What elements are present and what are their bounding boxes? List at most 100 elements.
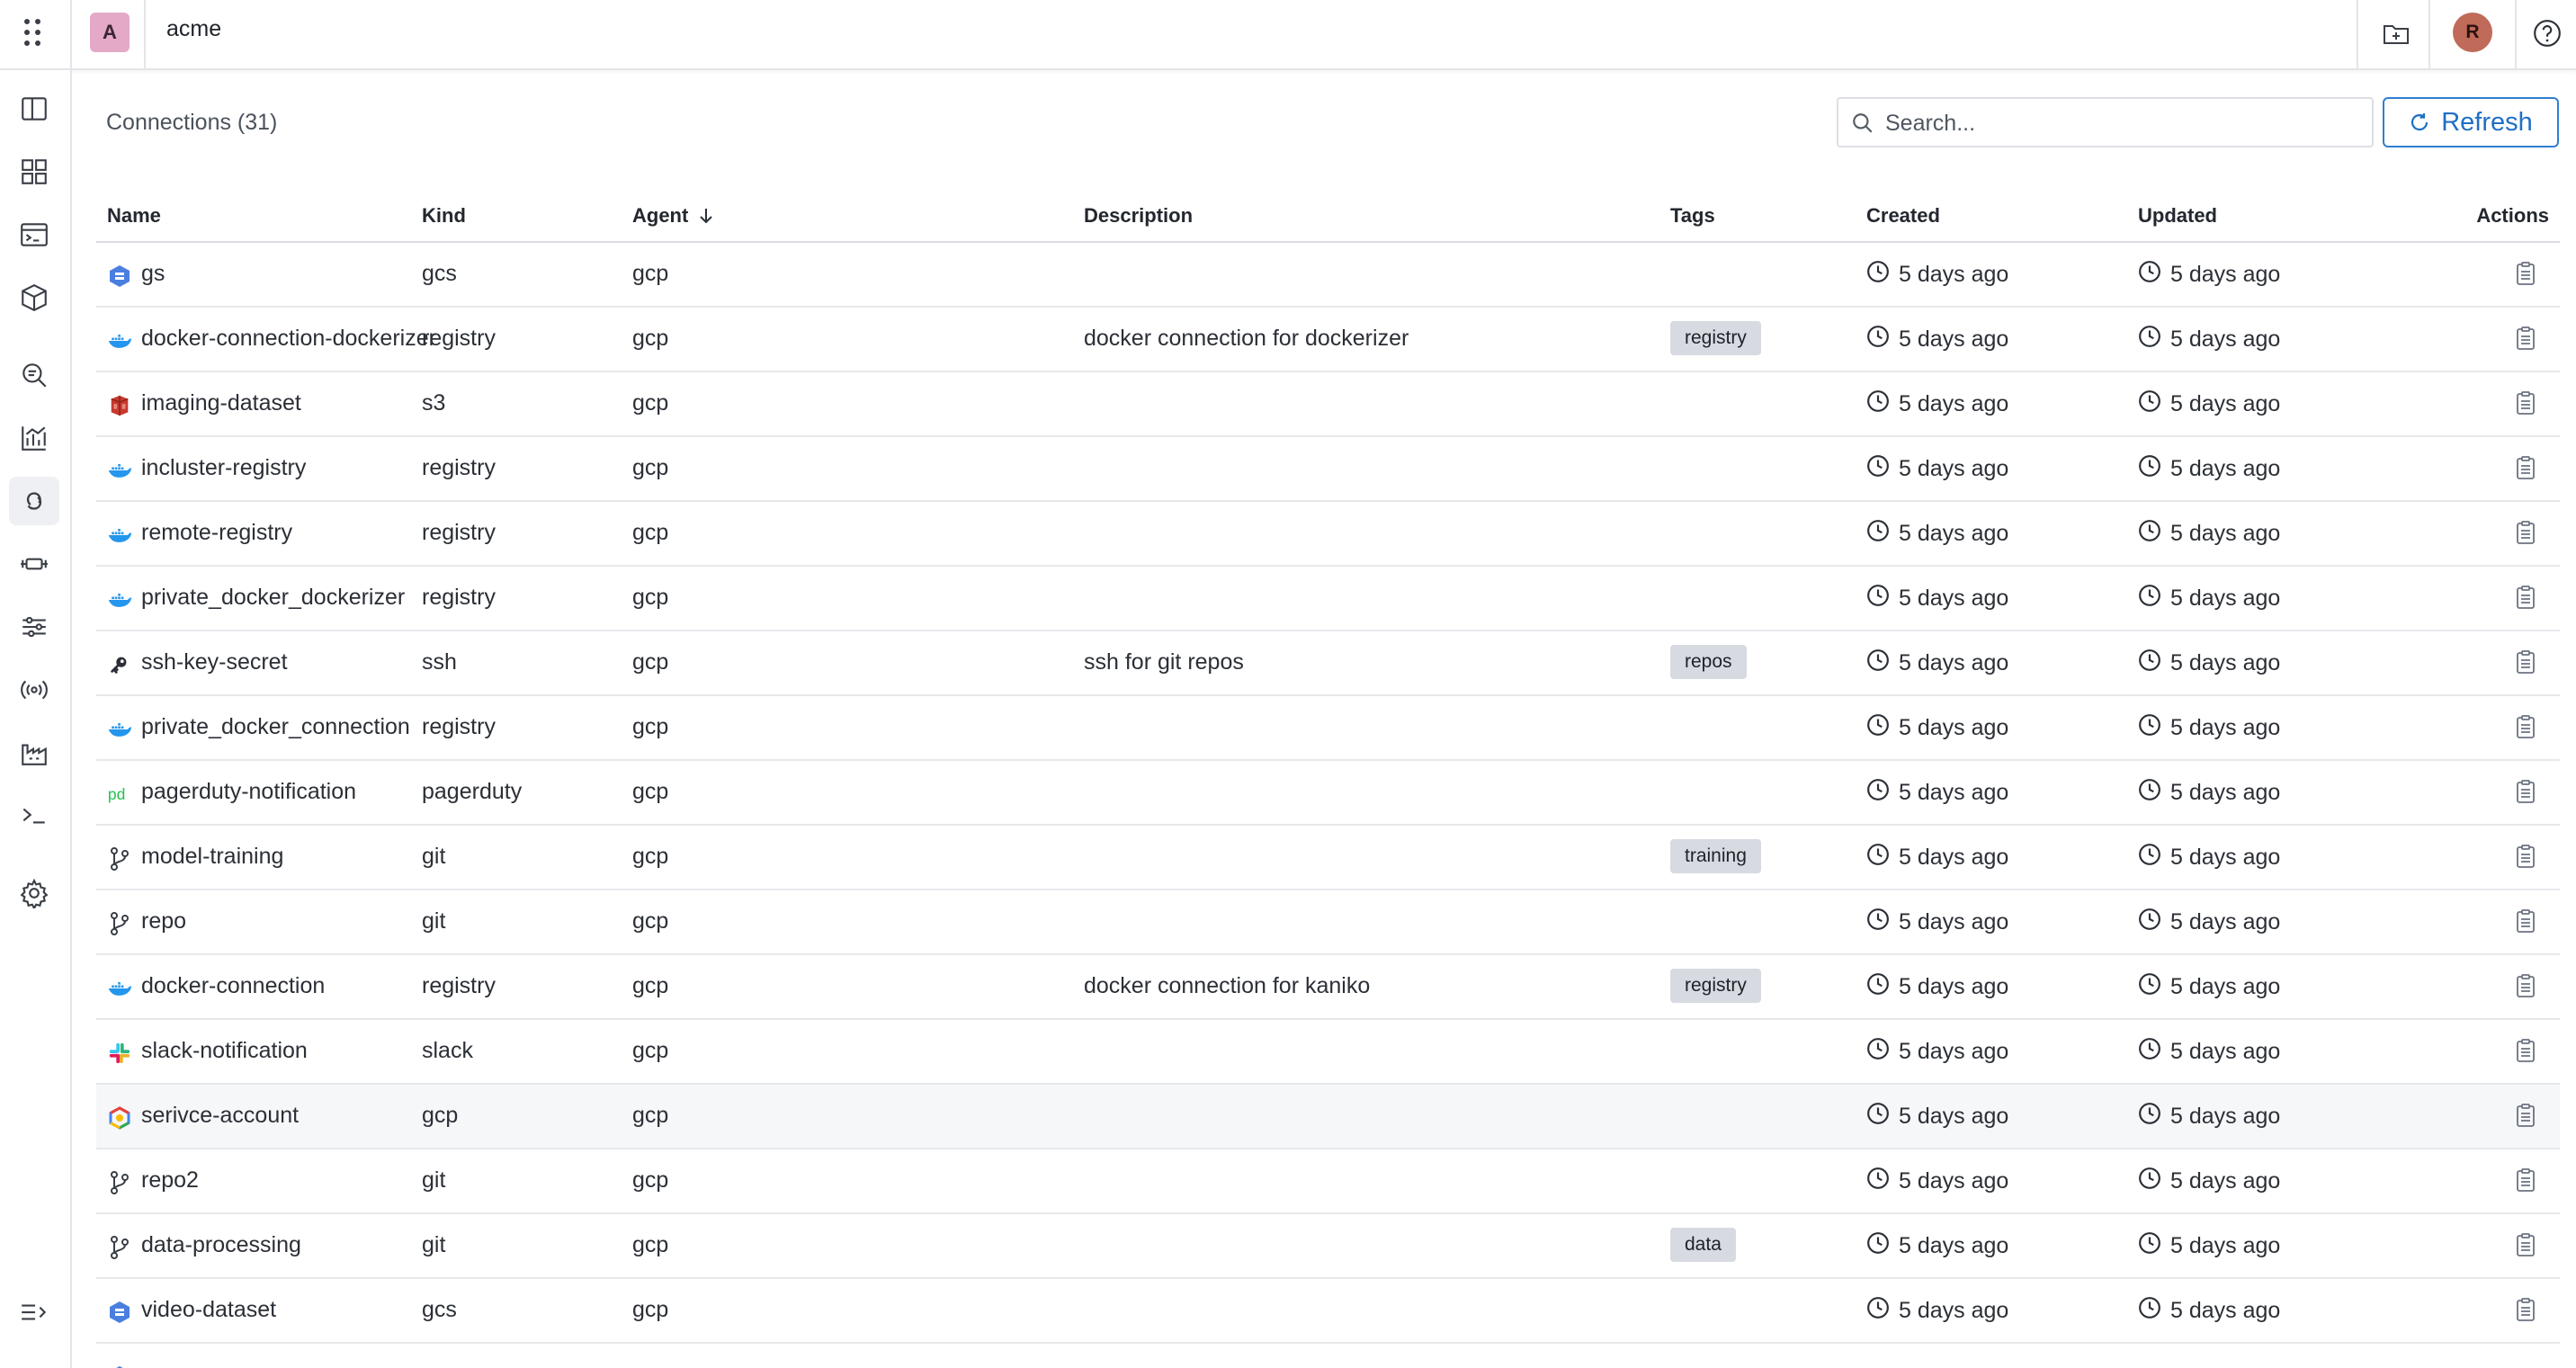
column-header-name[interactable]: Name: [107, 204, 161, 228]
clipboard-icon[interactable]: [2515, 1038, 2542, 1068]
sidebar-item-factory[interactable]: [9, 729, 59, 777]
tag-badge[interactable]: data: [1670, 1228, 1736, 1262]
table-row[interactable]: [96, 1344, 2560, 1368]
connection-name[interactable]: imaging-dataset: [141, 390, 301, 416]
clipboard-icon[interactable]: [2515, 261, 2542, 291]
connection-name[interactable]: docker-connection-dockerizer: [141, 326, 436, 352]
connection-name[interactable]: repo: [141, 908, 186, 934]
tag-badge[interactable]: registry: [1670, 321, 1761, 355]
connection-name[interactable]: gs: [141, 261, 165, 287]
connection-name[interactable]: private_docker_dockerizer: [141, 585, 405, 611]
created-time: 5 days ago: [1866, 778, 2008, 808]
clipboard-icon[interactable]: [2515, 779, 2542, 809]
table-row[interactable]: private_docker_connection registry gcp 5 da…: [96, 696, 2560, 761]
column-header-tags[interactable]: Tags: [1670, 204, 1715, 228]
table-row[interactable]: video-dataset gcs gcp 5 days ago 5 days ago: [96, 1279, 2560, 1344]
clock-icon: [1866, 843, 1890, 872]
clipboard-icon[interactable]: [2515, 326, 2542, 356]
clipboard-icon[interactable]: [2515, 649, 2542, 680]
sidebar-item-packages[interactable]: [9, 273, 59, 322]
table-row[interactable]: slack-notification slack gcp 5 days ago 5 da…: [96, 1020, 2560, 1085]
sidebar-item-terminal[interactable]: [9, 791, 59, 840]
sidebar-item-dashboards[interactable]: [9, 148, 59, 196]
sidebar-item-pipelines[interactable]: [9, 540, 59, 588]
connection-name[interactable]: video-dataset: [141, 1297, 276, 1323]
refresh-button[interactable]: Refresh: [2383, 97, 2559, 148]
sidebar-item-layout[interactable]: [9, 85, 59, 133]
help-icon[interactable]: [2529, 15, 2565, 51]
column-header-agent[interactable]: Agent: [632, 204, 715, 228]
docker-icon: [107, 523, 132, 548]
divider: [2428, 0, 2430, 70]
sidebar-item-metrics[interactable]: [9, 414, 59, 462]
clipboard-icon[interactable]: [2515, 973, 2542, 1004]
sidebar-item-filters[interactable]: [9, 603, 59, 651]
table-row[interactable]: ssh-key-secret ssh gcp ssh for git repos rep…: [96, 631, 2560, 696]
clipboard-icon[interactable]: [2515, 390, 2542, 421]
sidebar-item-settings[interactable]: [9, 869, 59, 917]
updated-time-text: 5 days ago: [2170, 780, 2281, 805]
connection-name[interactable]: incluster-registry: [141, 455, 306, 481]
left-sidebar: [0, 70, 72, 1368]
table-row[interactable]: incluster-registry registry gcp 5 days ago 5…: [96, 437, 2560, 502]
clipboard-icon[interactable]: [2515, 714, 2542, 745]
table-row[interactable]: imaging-dataset s3 gcp 5 days ago 5 days ago: [96, 372, 2560, 437]
sidebar-item-connections[interactable]: [9, 477, 59, 525]
table-row[interactable]: gs gcs gcp 5 days ago 5 days ago: [96, 243, 2560, 308]
search-field[interactable]: [1837, 97, 2374, 148]
table-row[interactable]: docker-connection-dockerizer registry gcp d…: [96, 308, 2560, 372]
connection-name[interactable]: private_docker_connection: [141, 714, 410, 740]
app-menu-icon[interactable]: [16, 16, 49, 49]
connection-name[interactable]: data-processing: [141, 1232, 301, 1258]
connection-description: docker connection for dockerizer: [1084, 326, 1409, 351]
table-row[interactable]: private_docker_dockerizer registry gcp 5 da…: [96, 567, 2560, 631]
connection-name[interactable]: model-training: [141, 844, 283, 870]
connection-name[interactable]: serivce-account: [141, 1103, 299, 1129]
column-header-created[interactable]: Created: [1866, 204, 1940, 228]
column-header-description[interactable]: Description: [1084, 204, 1193, 228]
table-row[interactable]: data-processing git gcp data 5 days ago 5 day…: [96, 1214, 2560, 1279]
connection-name[interactable]: repo2: [141, 1167, 199, 1194]
clipboard-icon[interactable]: [2515, 1297, 2542, 1328]
connection-name[interactable]: remote-registry: [141, 520, 292, 546]
clipboard-icon[interactable]: [2515, 1103, 2542, 1133]
clipboard-icon[interactable]: [2515, 1167, 2542, 1198]
clock-icon: [2138, 1102, 2161, 1131]
tag-badge[interactable]: registry: [1670, 969, 1761, 1003]
sidebar-item-explore[interactable]: [9, 351, 59, 399]
search-input[interactable]: [1885, 106, 2362, 140]
org-avatar[interactable]: A: [90, 13, 130, 52]
tag-badge[interactable]: repos: [1670, 645, 1747, 679]
connection-name[interactable]: docker-connection: [141, 973, 325, 999]
table-row[interactable]: serivce-account gcp gcp 5 days ago 5 days ag…: [96, 1085, 2560, 1149]
clipboard-icon[interactable]: [2515, 520, 2542, 550]
connection-name[interactable]: slack-notification: [141, 1038, 308, 1064]
created-time-text: 5 days ago: [1899, 456, 2009, 481]
table-row[interactable]: remote-registry registry gcp 5 days ago 5 da…: [96, 502, 2560, 567]
table-row[interactable]: pd pagerduty-notification pagerduty gcp 5 da…: [96, 761, 2560, 826]
column-header-updated[interactable]: Updated: [2138, 204, 2217, 228]
clipboard-icon[interactable]: [2515, 844, 2542, 874]
table-row[interactable]: repo git gcp 5 days ago 5 days ago: [96, 890, 2560, 955]
sidebar-item-broadcast[interactable]: [9, 666, 59, 714]
table-row[interactable]: docker-connection registry gcp docker conne…: [96, 955, 2560, 1020]
docker-icon: [107, 717, 132, 742]
clipboard-icon[interactable]: [2515, 585, 2542, 615]
column-header-kind[interactable]: Kind: [422, 204, 466, 228]
sidebar-item-expand[interactable]: [9, 1288, 59, 1337]
table-row[interactable]: repo2 git gcp 5 days ago 5 days ago: [96, 1149, 2560, 1214]
connection-name[interactable]: pagerduty-notification: [141, 779, 356, 805]
connection-agent: gcp: [632, 390, 669, 416]
connection-name[interactable]: ssh-key-secret: [141, 649, 288, 675]
clipboard-icon[interactable]: [2515, 455, 2542, 486]
clipboard-icon[interactable]: [2515, 908, 2542, 939]
tag-badge[interactable]: training: [1670, 839, 1761, 873]
table-row[interactable]: model-training git gcp training 5 days ago 5 …: [96, 826, 2560, 890]
sidebar-item-console[interactable]: [9, 210, 59, 259]
created-time: 5 days ago: [1866, 325, 2008, 354]
user-avatar[interactable]: R: [2453, 13, 2492, 52]
org-name[interactable]: acme: [166, 16, 221, 42]
new-folder-icon[interactable]: [2378, 15, 2414, 51]
updated-time-text: 5 days ago: [2170, 391, 2281, 416]
clipboard-icon[interactable]: [2515, 1232, 2542, 1263]
